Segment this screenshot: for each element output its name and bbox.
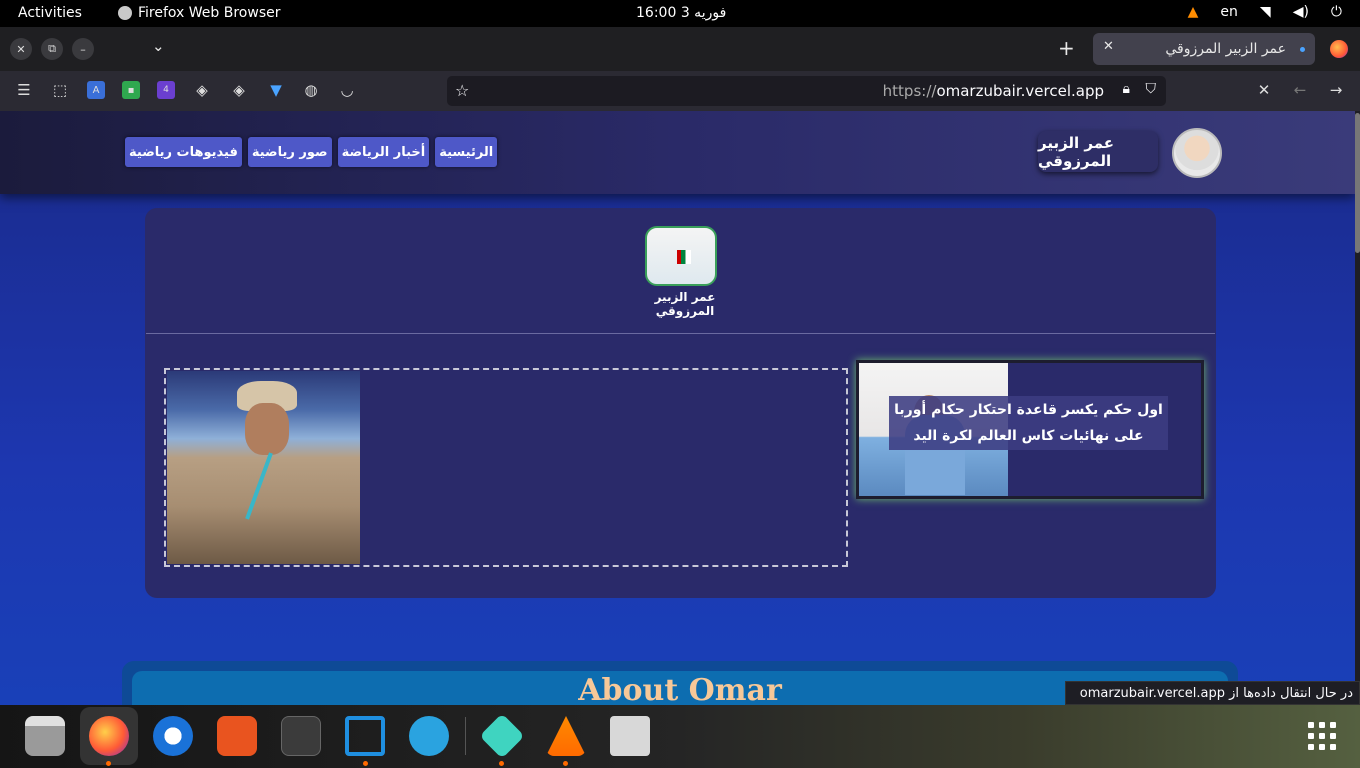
trash-icon[interactable]	[610, 716, 650, 756]
running-indicator	[363, 761, 368, 766]
vlc-app-icon[interactable]	[546, 716, 586, 756]
photo-lanyard	[245, 452, 273, 520]
shield-extension-icon[interactable]: ◈	[193, 81, 211, 99]
news-caption[interactable]: اول حكم يكسر قاعدة احتكار حكام أوربا على…	[889, 396, 1168, 450]
avatar[interactable]	[1172, 128, 1222, 178]
firefox-app-icon[interactable]	[89, 716, 129, 756]
bookmark-star-icon[interactable]: ☆	[455, 81, 469, 100]
photo-face	[245, 403, 289, 455]
site-brand[interactable]: عمر الزبير المرزوقي	[1038, 131, 1158, 172]
tracking-shield-icon[interactable]: ⛉	[1146, 81, 1157, 97]
menu-icon[interactable]: ☰	[15, 81, 33, 99]
terminal-app-icon[interactable]	[281, 716, 321, 756]
divider	[146, 333, 1215, 334]
tab-active[interactable]: عمر الزبير المرزوقي ✕	[1093, 33, 1315, 65]
nav-home[interactable]: الرئيسية	[435, 137, 498, 167]
nav-sports-news[interactable]: أخبار الرياضة	[337, 137, 430, 167]
power-icon[interactable]: ⏻	[1331, 4, 1342, 20]
url-host: omarzubair.vercel.app	[936, 82, 1104, 100]
app-center-icon[interactable]	[217, 716, 257, 756]
lock-icon[interactable]: 🔒︎	[1123, 81, 1130, 97]
wifi-icon[interactable]: ◥	[1260, 4, 1271, 20]
dock	[0, 705, 1360, 768]
tab-loading-indicator	[1300, 46, 1305, 52]
site-header: فيديوهات رياضية صور رياضية أخبار الرياضة…	[0, 111, 1355, 194]
web-page: فيديوهات رياضية صور رياضية أخبار الرياضة…	[0, 111, 1360, 705]
app-name: Firefox Web Browser	[138, 5, 281, 21]
image-box	[164, 368, 848, 567]
system-top-bar: Activities Firefox Web Browser فوریه 3 1…	[0, 0, 1360, 27]
news-card[interactable]: اول حكم يكسر قاعدة احتكار حكام أوربا على…	[856, 360, 1204, 499]
activities-button[interactable]: Activities	[18, 5, 82, 21]
globe-extension-icon[interactable]: ◍	[302, 81, 320, 99]
translate-extension-icon[interactable]: A	[87, 81, 105, 99]
close-window-button[interactable]: ✕	[10, 38, 32, 60]
back-arrow-icon[interactable]: ←	[1291, 81, 1309, 99]
list-all-tabs-button[interactable]: ⌄	[152, 37, 165, 55]
flag-icon	[677, 250, 691, 264]
dock-separator	[465, 717, 466, 755]
vscode-app-icon[interactable]	[345, 716, 385, 756]
url-text[interactable]: https://omarzubair.vercel.app	[883, 82, 1104, 100]
running-indicator	[499, 761, 504, 766]
minimize-window-button[interactable]: –	[72, 38, 94, 60]
firefox-small-icon	[118, 6, 132, 20]
privacy-badger-icon[interactable]: ◈	[230, 81, 248, 99]
running-indicator	[106, 761, 111, 766]
tab-close-icon[interactable]: ✕	[1103, 39, 1114, 54]
new-tab-button[interactable]: +	[1058, 36, 1075, 60]
vpn-extension-icon[interactable]: ▼	[267, 81, 285, 99]
telegram-app-icon[interactable]	[409, 716, 449, 756]
restore-window-button[interactable]: ⧉	[41, 38, 63, 60]
nav-sports-photos[interactable]: صور رياضية	[247, 137, 332, 167]
extensions-icon[interactable]: ⬚	[51, 81, 69, 99]
thunderbird-app-icon[interactable]	[153, 716, 193, 756]
volume-icon[interactable]: ◀)	[1293, 4, 1309, 20]
main-card: عمر الزبير المرزوقي اول حكم يكسر قاعدة ا…	[145, 208, 1216, 598]
app-menu[interactable]: Firefox Web Browser	[118, 5, 281, 21]
tab-title: عمر الزبير المرزوقي	[1165, 41, 1286, 57]
logo-title: عمر الزبير المرزوقي	[654, 290, 716, 318]
url-bar[interactable]: ☆ https://omarzubair.vercel.app 🔒︎ ⛉	[447, 76, 1166, 106]
navigation-toolbar: ☰ ⬚ A ▪ 4 ◈ ◈ ▼ ◍ ◡ ☆ https://omarzubair…	[0, 71, 1360, 111]
stop-loading-icon[interactable]: ✕	[1255, 81, 1273, 99]
site-nav: فيديوهات رياضية صور رياضية أخبار الرياضة…	[125, 137, 498, 167]
running-indicator	[563, 761, 568, 766]
badge-extension-icon[interactable]: 4	[157, 81, 175, 99]
forward-arrow-icon[interactable]: →	[1327, 81, 1345, 99]
cube-app-icon[interactable]	[479, 713, 525, 759]
show-apps-grid-icon[interactable]	[1308, 722, 1336, 750]
clock[interactable]: فوریه 3 16:00	[636, 5, 726, 21]
files-app-icon[interactable]	[25, 716, 65, 756]
url-scheme: https://	[882, 82, 937, 100]
firefox-view-icon[interactable]	[1330, 40, 1348, 58]
language-indicator[interactable]: en	[1220, 4, 1238, 20]
page-scrollbar[interactable]	[1355, 111, 1360, 705]
portrait-photo[interactable]	[167, 371, 360, 564]
green-extension-icon[interactable]: ▪	[122, 81, 140, 99]
system-tray[interactable]: ▲ en ◥ ◀) ⏻	[1188, 4, 1342, 20]
tab-bar: ✕ ⧉ – ⌄ + عمر الزبير المرزوقي ✕	[0, 27, 1360, 71]
scrollbar-thumb[interactable]	[1355, 113, 1360, 253]
vlc-tray-icon[interactable]: ▲	[1188, 4, 1199, 20]
status-tooltip: در حال انتقال داده‌ها از omarzubair.verc…	[1065, 681, 1360, 705]
nav-sports-videos[interactable]: فيديوهات رياضية	[125, 137, 242, 167]
site-logo[interactable]	[645, 226, 717, 286]
pocket-icon[interactable]: ◡	[338, 81, 356, 99]
